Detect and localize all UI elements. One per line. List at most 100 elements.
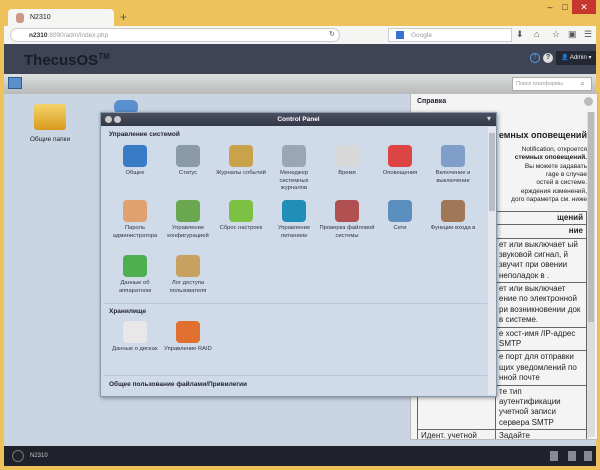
app-header: ThecusOSTM ! ? 👤 Admin ▾ — [4, 44, 596, 74]
device-status-icon[interactable] — [568, 451, 576, 461]
help-icon[interactable]: ? — [543, 53, 553, 63]
item-label: Включение и выключение — [435, 170, 471, 184]
control-panel-item[interactable]: Оповещения — [372, 145, 428, 178]
control-panel-item[interactable]: Общее — [107, 145, 163, 178]
control-panel-item[interactable]: Сброс настроек — [213, 200, 269, 233]
reload-icon[interactable]: ↻ — [329, 30, 335, 38]
item-label: Сброс настроек — [219, 225, 263, 231]
logo: ThecusOSTM — [24, 52, 110, 69]
control-panel-item[interactable]: Функции входа в — [425, 200, 481, 233]
control-panel-item[interactable]: Статус — [160, 145, 216, 178]
minimize-button[interactable]: – — [542, 0, 558, 14]
control-panel-item[interactable]: Время — [319, 145, 375, 178]
item-label: Функции входа в — [430, 225, 476, 231]
control-panel-item-icon — [176, 145, 200, 167]
close-panel-button[interactable] — [105, 116, 112, 123]
control-panel-item-icon — [282, 200, 306, 222]
maximize-button[interactable]: □ — [558, 0, 572, 14]
item-label: Статус — [178, 170, 198, 176]
monitor-icon[interactable] — [584, 451, 592, 461]
web-search-input[interactable]: Google — [388, 28, 512, 42]
cell: е хост-имя /IP-адрес SMTP — [495, 326, 587, 352]
item-label: Управление питанием — [277, 225, 311, 239]
control-panel-item[interactable]: Управление питанием — [266, 200, 322, 240]
item-label: Проверка файловой системы — [319, 225, 375, 239]
info-icon[interactable]: ! — [530, 53, 540, 63]
table-row: Идент. учетной записи SMTPЗадайте иденти… — [417, 429, 587, 439]
browser-tab-bar: N2310 + – □ ✕ — [0, 0, 600, 27]
control-panel-item[interactable]: Проверка файловой системы — [319, 200, 375, 240]
clipboard-icon[interactable]: ▣ — [568, 29, 577, 40]
control-panel-item-icon — [335, 200, 359, 222]
control-panel-item-icon — [282, 145, 306, 167]
close-help-icon[interactable] — [584, 97, 593, 106]
browser-tab[interactable]: N2310 — [8, 9, 114, 27]
control-panel-item[interactable]: Пароль администратора — [107, 200, 163, 240]
address-bar[interactable]: n2310:8090/adm/index.php — [10, 28, 340, 42]
control-panel-item-icon — [441, 200, 465, 222]
control-panel-item-icon — [123, 145, 147, 167]
section-title: Управление системой — [109, 131, 180, 138]
desktop-icon-shared-folders[interactable]: Общие папки — [20, 104, 80, 143]
cell: Идент. учетной записи SMTP — [417, 429, 496, 439]
search-icon[interactable]: ⌕ — [580, 78, 585, 89]
user-menu[interactable]: 👤 Admin ▾ — [556, 51, 596, 65]
toolbar: Поиск платформы ⌕ — [4, 74, 596, 94]
raid-icon — [176, 321, 200, 343]
google-icon — [396, 31, 404, 39]
window-title: Control Panel — [277, 116, 320, 123]
home-icon[interactable]: ⌂ — [534, 29, 539, 39]
cell: ет или выключает ение по электронной ри … — [495, 282, 587, 328]
storage-status-icon[interactable] — [550, 451, 558, 461]
menu-icon[interactable]: ☰ — [584, 29, 592, 40]
item-label: Журналы событий — [216, 170, 266, 176]
download-icon[interactable]: ⬇ — [516, 29, 524, 40]
control-panel-item-icon — [176, 255, 200, 277]
control-panel-item[interactable]: Менеджер системных журналов — [266, 145, 322, 193]
section-title: Хранилище — [109, 308, 147, 315]
new-tab-button[interactable]: + — [120, 10, 127, 24]
item-label: Менеджер системных журналов — [279, 170, 309, 192]
control-panel-item[interactable]: Включение и выключение — [425, 145, 481, 185]
taskbar: N2310 — [4, 446, 596, 466]
item-label: Общее — [125, 170, 145, 176]
item-label: Данные об аппаратном — [118, 280, 152, 294]
icon-label: Общие папки — [29, 136, 71, 143]
item-label: Данные о дисках — [112, 346, 158, 352]
control-panel-titlebar[interactable]: Control Panel — [101, 113, 496, 126]
folder-icon — [34, 104, 66, 130]
minimize-panel-button[interactable]: ▾ — [487, 114, 491, 123]
user-icon: 👤 — [561, 55, 569, 61]
control-panel-item[interactable]: Управление RAID — [160, 321, 216, 354]
maximize-panel-button[interactable] — [114, 116, 121, 123]
start-icon[interactable] — [12, 450, 24, 462]
item-label: Сети — [393, 225, 407, 231]
control-panel-item[interactable]: Управление конфигурацией — [160, 200, 216, 240]
control-panel-item[interactable]: Журналы событий — [213, 145, 269, 178]
cell: ет или выключает ый звуковой сигнал, й з… — [495, 237, 587, 284]
bookmark-icon[interactable]: ☆ — [552, 29, 560, 40]
control-panel-item-icon — [176, 200, 200, 222]
desktop-switch-icon[interactable] — [8, 77, 22, 89]
control-panel-item-icon — [229, 145, 253, 167]
control-panel-item[interactable]: Данные о дисках — [107, 321, 163, 354]
help-scrollbar[interactable] — [587, 112, 595, 437]
navigation-bar: ◀ n2310:8090/adm/index.php ↻ Google ⬇ ⌂ … — [4, 26, 596, 44]
control-panel-item[interactable]: Данные об аппаратном — [107, 255, 163, 295]
close-window-button[interactable]: ✕ — [572, 0, 596, 14]
cell: те тип аутентификации учетной записи сер… — [495, 384, 587, 431]
item-label: Пароль администратора — [112, 225, 158, 239]
cell: е порт для отправки щих уведомлений по н… — [495, 350, 587, 386]
tab-title: N2310 — [30, 14, 51, 21]
control-panel-item[interactable]: Сети — [372, 200, 428, 233]
section-title: Общее пользование файлами/Привилегии — [109, 381, 247, 388]
panel-scrollbar[interactable] — [488, 127, 496, 395]
cell: Задайте идентификационное имя учетной за… — [495, 429, 587, 439]
control-panel-item[interactable]: Лог доступа пользователя — [160, 255, 216, 295]
control-panel-item-icon — [229, 200, 253, 222]
favicon-icon — [16, 13, 24, 23]
taskbar-label: N2310 — [30, 453, 48, 459]
item-label: Лог доступа пользователя — [169, 280, 207, 294]
control-panel-item-icon — [441, 145, 465, 167]
control-panel-item-icon — [335, 145, 359, 167]
